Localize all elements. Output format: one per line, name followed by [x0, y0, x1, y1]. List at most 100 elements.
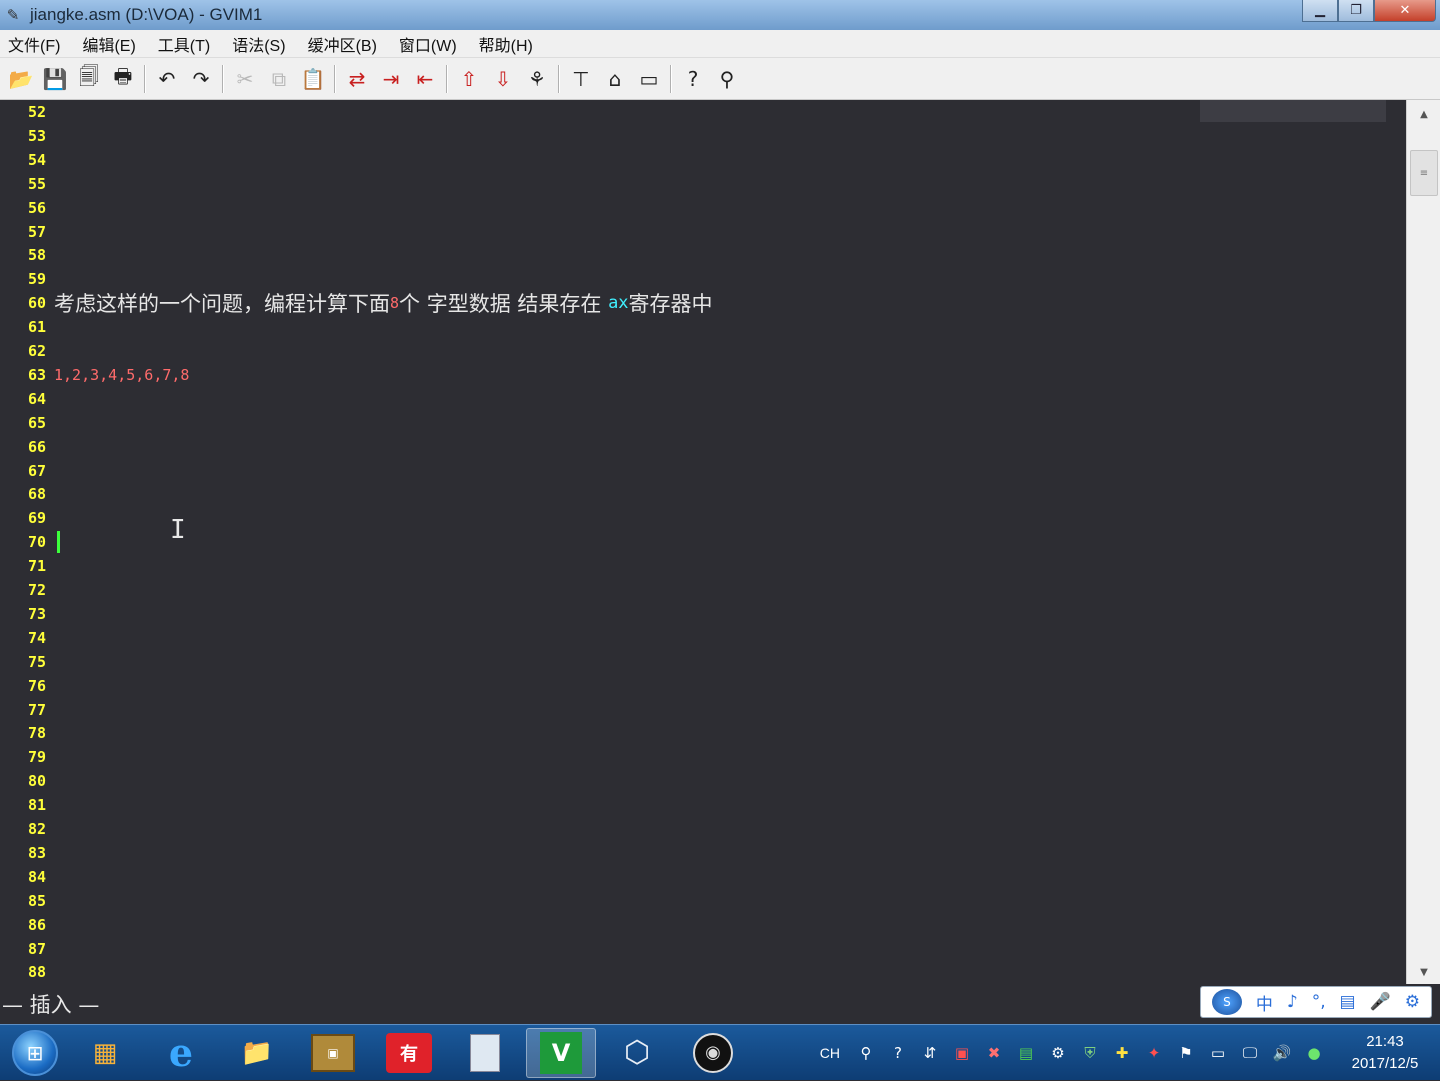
editor-line[interactable]: 71: [0, 554, 1406, 578]
editor-line[interactable]: 58: [0, 243, 1406, 267]
editor-line[interactable]: 68: [0, 482, 1406, 506]
flag-icon[interactable]: ⚑: [1173, 1040, 1199, 1066]
arrow-tray-icon[interactable]: ⇵: [917, 1040, 943, 1066]
print-icon[interactable]: 🖶: [106, 62, 140, 96]
editor-line[interactable]: 76: [0, 674, 1406, 698]
menu-help[interactable]: 帮助(H): [477, 30, 535, 58]
editor-line[interactable]: 66: [0, 435, 1406, 459]
editor-line[interactable]: 65: [0, 411, 1406, 435]
redo-icon[interactable]: ↷: [184, 62, 218, 96]
help-tray-icon[interactable]: ?: [885, 1040, 911, 1066]
menu-buffers[interactable]: 缓冲区(B): [306, 30, 379, 58]
editor-line[interactable]: 60 考虑这样的一个问题，编程计算下面 8 个 字型数据 结果存在 ax 寄存器中: [0, 288, 1406, 318]
monitor-tray-icon[interactable]: 🖵: [1237, 1040, 1263, 1066]
ime-moon-icon[interactable]: ♪: [1287, 992, 1298, 1012]
editor-line[interactable]: 78: [0, 721, 1406, 745]
editor-line[interactable]: 73: [0, 602, 1406, 626]
taskbar-app-ie[interactable]: e: [146, 1028, 216, 1078]
load-session-icon[interactable]: ⇧: [452, 62, 486, 96]
taskbar-app-obs[interactable]: ◉: [678, 1028, 748, 1078]
close-button[interactable]: ✕: [1374, 0, 1436, 22]
editor-line[interactable]: 52: [0, 100, 1406, 124]
cut-icon[interactable]: ✂: [228, 62, 262, 96]
editor-line[interactable]: 75: [0, 650, 1406, 674]
taskbar-app-gvim[interactable]: V: [526, 1027, 596, 1078]
editor-line[interactable]: 88: [0, 960, 1406, 984]
ime-punctuation-icon[interactable]: °,: [1312, 992, 1326, 1012]
find-next-icon[interactable]: ⇥: [374, 62, 408, 96]
ime-logo-icon[interactable]: S: [1211, 989, 1242, 1015]
start-button[interactable]: ⊞: [0, 1025, 70, 1081]
menu-file[interactable]: 文件(F): [6, 30, 62, 58]
ime-toolbar[interactable]: S 中 ♪ °, ▤ 🎤 ⚙: [1200, 986, 1432, 1018]
taskbar-app-notepad[interactable]: [450, 1028, 520, 1078]
editor-line[interactable]: 56: [0, 196, 1406, 220]
scroll-thumb[interactable]: ≡: [1410, 150, 1438, 196]
taskbar-app-virtualbox[interactable]: ⬡: [602, 1028, 672, 1078]
help-search-icon[interactable]: ⚲: [710, 62, 744, 96]
shield-icon[interactable]: ⛨: [1077, 1040, 1103, 1066]
taskbar-app-explorer[interactable]: 📁: [222, 1028, 292, 1078]
tags-icon[interactable]: ▭: [632, 62, 666, 96]
copy-icon[interactable]: ⧉: [262, 62, 296, 96]
paste-icon[interactable]: 📋: [296, 62, 330, 96]
plugin-tray-icon[interactable]: ✦: [1141, 1040, 1167, 1066]
menu-tools[interactable]: 工具(T): [156, 30, 212, 58]
find-replace-icon[interactable]: ⇄: [340, 62, 374, 96]
editor-line[interactable]: 85: [0, 889, 1406, 913]
editor-line[interactable]: 77: [0, 698, 1406, 722]
scroll-up-icon[interactable]: ▲: [1407, 104, 1440, 124]
ime-settings-icon[interactable]: ⚙: [1405, 992, 1420, 1012]
editor-line[interactable]: 80: [0, 769, 1406, 793]
open-icon[interactable]: 📂: [4, 62, 38, 96]
editor-line[interactable]: 79: [0, 745, 1406, 769]
save-session-icon[interactable]: ⇩: [486, 62, 520, 96]
make-icon[interactable]: ⊤: [564, 62, 598, 96]
volume-icon[interactable]: 🔊: [1269, 1040, 1295, 1066]
editor-area[interactable]: 52 53 54 55 56 57 58 59 60 考虑这样的一个问题，编程计算下面 8 个 字型数…: [0, 100, 1406, 984]
editor-line[interactable]: 74: [0, 626, 1406, 650]
editor-line[interactable]: 84: [0, 865, 1406, 889]
ime-chinese-mode[interactable]: 中: [1256, 990, 1273, 1015]
security-tray-icon[interactable]: ✚: [1109, 1040, 1135, 1066]
editor-line[interactable]: 61: [0, 315, 1406, 339]
input-language[interactable]: CH: [820, 1045, 840, 1061]
taskbar-app-colorful[interactable]: ▦: [70, 1028, 140, 1078]
vertical-scrollbar[interactable]: ▲ ≡ ▼: [1406, 100, 1440, 984]
scroll-down-icon[interactable]: ▼: [1407, 962, 1440, 982]
editor-line[interactable]: 82: [0, 817, 1406, 841]
maximize-button[interactable]: ❐: [1338, 0, 1374, 22]
taskbar-app-youdao[interactable]: 有: [374, 1028, 444, 1078]
editor-line[interactable]: 63 1,2,3,4,5,6,7,8: [0, 363, 1406, 387]
line-content[interactable]: [54, 531, 60, 554]
undo-icon[interactable]: ↶: [150, 62, 184, 96]
display-tray-icon[interactable]: ▭: [1205, 1040, 1231, 1066]
find-prev-icon[interactable]: ⇤: [408, 62, 442, 96]
tool-tray-icon[interactable]: ✖: [981, 1040, 1007, 1066]
editor-line[interactable]: 53: [0, 124, 1406, 148]
editor-line[interactable]: 87: [0, 937, 1406, 961]
run-script-icon[interactable]: ⚘: [520, 62, 554, 96]
network-tray-icon[interactable]: ⚙: [1045, 1040, 1071, 1066]
line-content[interactable]: 考虑这样的一个问题，编程计算下面 8 个 字型数据 结果存在 ax 寄存器中: [54, 288, 713, 318]
help-icon[interactable]: ?: [676, 62, 710, 96]
editor-line[interactable]: 62: [0, 339, 1406, 363]
editor-line[interactable]: 86: [0, 913, 1406, 937]
red-app-tray-icon[interactable]: ▣: [949, 1040, 975, 1066]
ime-mic-icon[interactable]: 🎤: [1370, 992, 1391, 1012]
ime-keyboard-icon[interactable]: ▤: [1340, 992, 1356, 1012]
clock[interactable]: 21:43 2017/12/5: [1330, 1031, 1440, 1075]
menu-edit[interactable]: 编辑(E): [80, 30, 137, 58]
editor-line[interactable]: 69: [0, 506, 1406, 530]
save-icon[interactable]: 💾: [38, 62, 72, 96]
green-tray-icon[interactable]: ▤: [1013, 1040, 1039, 1066]
editor-line[interactable]: 70: [0, 530, 1406, 554]
editor-line[interactable]: 54: [0, 148, 1406, 172]
editor-line[interactable]: 72: [0, 578, 1406, 602]
ime-tray-icon[interactable]: ⚲: [853, 1040, 879, 1066]
menu-syntax[interactable]: 语法(S): [230, 30, 287, 58]
line-content[interactable]: 1,2,3,4,5,6,7,8: [54, 366, 189, 384]
taskbar-app-package[interactable]: ▣: [298, 1028, 368, 1078]
menu-window[interactable]: 窗口(W): [397, 30, 459, 58]
editor-line[interactable]: 83: [0, 841, 1406, 865]
